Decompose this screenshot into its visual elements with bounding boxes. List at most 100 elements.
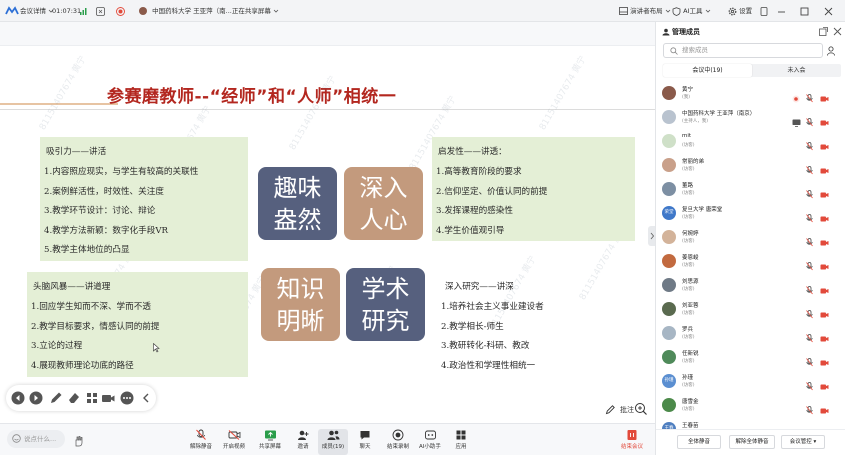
member-tabs: 会议中(19) 未入会 <box>663 64 841 77</box>
close-icon[interactable] <box>824 0 833 22</box>
video-off-icon[interactable] <box>820 88 829 107</box>
member-row[interactable]: 刘亚蓉 (访客) <box>656 298 845 322</box>
member-name: 何婉婷 <box>682 231 699 237</box>
record-stop-icon <box>392 429 404 441</box>
video-off-icon[interactable] <box>820 160 829 179</box>
member-row[interactable]: 荣堂 复旦大学 唐荣堂 (访客) <box>656 202 845 226</box>
zoom-in-icon <box>635 403 647 415</box>
box-item: 2.教学相长-师生 <box>441 321 504 332</box>
zoom-button[interactable] <box>633 401 649 417</box>
mic-muted-icon[interactable] <box>806 328 813 347</box>
invite-button[interactable]: 邀请 <box>288 429 318 455</box>
grid-icon[interactable] <box>84 390 100 406</box>
mic-muted-icon[interactable] <box>806 376 813 395</box>
member-role: (访客) <box>682 191 695 196</box>
video-off-icon[interactable] <box>820 232 829 251</box>
tab-in-meeting[interactable]: 会议中(19) <box>663 64 752 77</box>
member-row[interactable]: 刘思源 (访客) <box>656 274 845 298</box>
popout-icon[interactable] <box>819 27 828 36</box>
next-slide-icon[interactable] <box>28 390 44 406</box>
unmute-button[interactable]: 解除静音 <box>186 429 216 455</box>
minimize-icon[interactable] <box>777 0 786 22</box>
mic-muted-icon[interactable] <box>806 136 813 155</box>
member-row[interactable]: mit (访客) <box>656 130 845 154</box>
member-row[interactable]: 董路 (访客) <box>656 178 845 202</box>
video-off-icon[interactable] <box>820 256 829 275</box>
members-label: 成员(19) <box>321 444 345 450</box>
layout-label: 演讲者布局 <box>630 7 663 15</box>
video-off-icon[interactable] <box>820 184 829 203</box>
video-off-icon[interactable] <box>820 112 829 131</box>
video-off-icon[interactable] <box>820 304 829 323</box>
member-row[interactable]: 罗兵 (访客) <box>656 322 845 346</box>
eraser-icon[interactable] <box>66 390 82 406</box>
annotation-toolbar <box>6 385 156 411</box>
mic-muted-icon[interactable] <box>806 88 813 107</box>
member-row[interactable]: 黄宁 (我) <box>656 82 845 106</box>
video-off-icon[interactable] <box>820 400 829 419</box>
unmute-all-button[interactable]: 解除全体静音 <box>729 435 775 449</box>
pen-icon[interactable] <box>48 390 64 406</box>
members-button[interactable]: 成员(19) <box>318 429 348 455</box>
add-member-icon[interactable] <box>827 46 837 56</box>
pin-icon[interactable] <box>760 0 768 22</box>
video-off-icon[interactable] <box>820 280 829 299</box>
more-icon[interactable] <box>119 390 135 406</box>
member-row[interactable]: 唐雪金 (访客) <box>656 394 845 418</box>
invite-label: 邀请 <box>297 444 309 450</box>
stop-recording-button[interactable]: 结束录制 <box>383 429 413 455</box>
member-search-input[interactable]: 搜索成员 <box>663 43 823 58</box>
settings-button[interactable]: 设置 <box>728 0 752 22</box>
mic-muted-icon[interactable] <box>806 232 813 251</box>
maximize-icon[interactable] <box>800 0 809 22</box>
mic-muted-icon[interactable] <box>806 160 813 179</box>
member-row[interactable]: 任新锐 (访客) <box>656 346 845 370</box>
tile-line: 学术 <box>361 275 410 303</box>
share-screen-button[interactable]: 共享屏幕 <box>255 429 285 455</box>
record-icon[interactable] <box>116 0 125 22</box>
video-off-icon[interactable] <box>820 208 829 227</box>
chat-button[interactable]: 聊天 <box>350 429 380 455</box>
mic-muted-icon[interactable] <box>806 304 813 323</box>
recording-indicator-icon <box>792 88 800 107</box>
tab-not-joined[interactable]: 未入会 <box>752 64 841 77</box>
start-video-button[interactable]: 开启视频 <box>219 429 249 455</box>
raise-hand-icon[interactable] <box>73 432 85 451</box>
camera-icon[interactable] <box>100 390 116 406</box>
mic-muted-icon[interactable] <box>806 208 813 227</box>
member-row[interactable]: 何婉婷 (访客) <box>656 226 845 250</box>
box-item: 5.教学主体地位的凸显 <box>44 245 130 255</box>
ai-tools-button[interactable]: AI工具 <box>672 0 711 22</box>
mute-all-button[interactable]: 全体静音 <box>677 435 721 449</box>
member-row[interactable]: 中国药科大学 王亚萍（南京） (主持人，我) <box>656 106 845 130</box>
box-item: 4.政治性和学理性相统一 <box>441 360 536 371</box>
tile-fun: 趣味 盎然 <box>258 167 337 240</box>
ai-assistant-button[interactable]: AI小助手 <box>415 429 445 455</box>
mic-muted-icon[interactable] <box>806 256 813 275</box>
chat-quick-input[interactable]: 说点什么... <box>7 430 65 448</box>
unmute-label: 解除静音 <box>189 444 212 450</box>
member-row[interactable]: 孙瑾 孙瑾 (访客) <box>656 370 845 394</box>
video-off-icon[interactable] <box>820 352 829 371</box>
prev-slide-icon[interactable] <box>10 390 26 406</box>
member-row[interactable]: 常丽的弟 (访客) <box>656 154 845 178</box>
slide-title: 参赛磨教师--“经师”和“人师”相统一 <box>107 87 397 107</box>
meeting-details-button[interactable]: 会议详情 <box>20 0 54 22</box>
mic-muted-icon[interactable] <box>806 184 813 203</box>
video-off-icon[interactable] <box>820 328 829 347</box>
mic-muted-icon[interactable] <box>806 352 813 371</box>
mic-muted-icon[interactable] <box>806 280 813 299</box>
end-meeting-button[interactable]: 结束会议 <box>617 429 647 455</box>
member-row[interactable]: 姜恩峻 (访客) <box>656 250 845 274</box>
layout-button[interactable]: 演讲者布局 <box>619 0 671 22</box>
mic-muted-icon[interactable] <box>806 400 813 419</box>
search-icon <box>670 47 678 55</box>
meeting-control-button[interactable]: 会议管控 ▾ <box>781 435 825 449</box>
info-icon[interactable] <box>96 0 105 22</box>
video-off-icon[interactable] <box>820 136 829 155</box>
apps-button[interactable]: 应用 <box>446 429 476 455</box>
collapse-toolbar-icon[interactable] <box>138 390 154 406</box>
video-off-icon[interactable] <box>820 376 829 395</box>
mic-muted-icon[interactable] <box>806 112 813 131</box>
close-panel-icon[interactable] <box>833 27 842 36</box>
